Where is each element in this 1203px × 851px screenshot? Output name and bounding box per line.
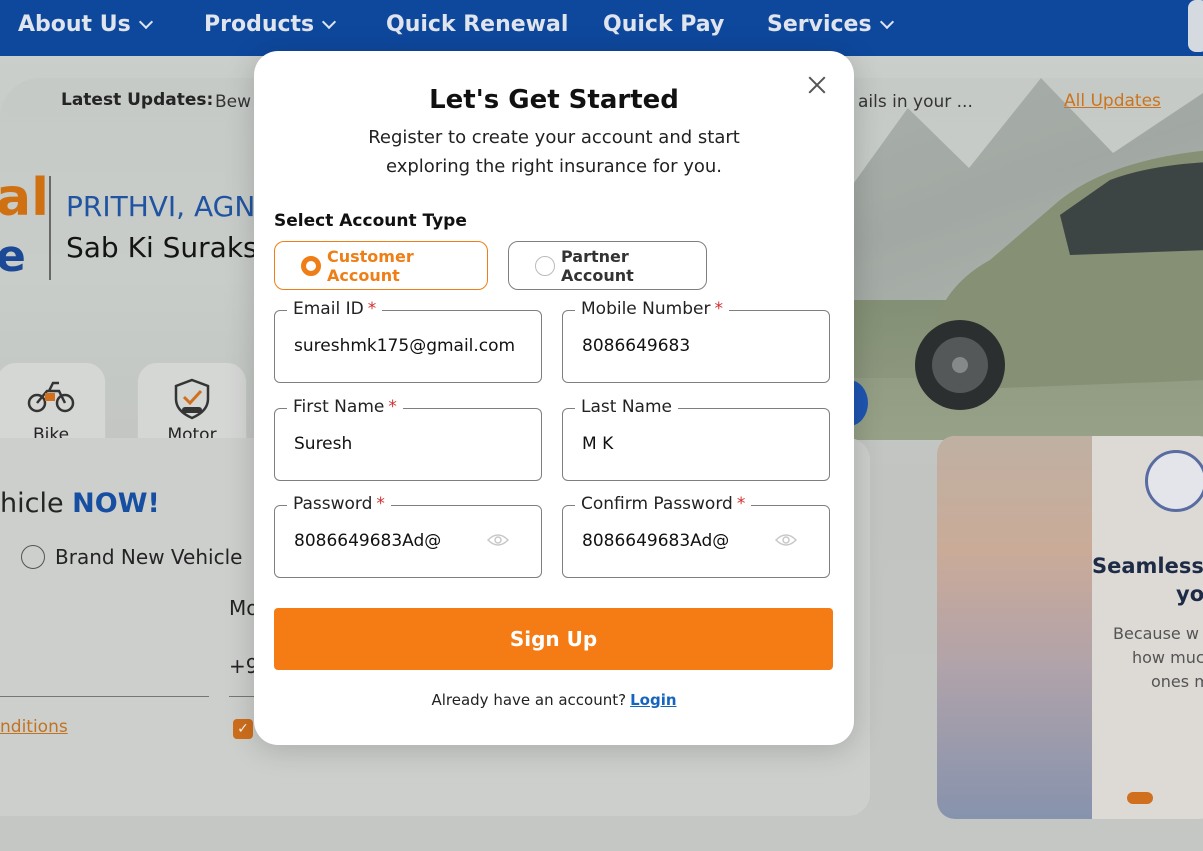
modal-subtitle: Register to create your account and star… — [368, 127, 740, 177]
required-marker: * — [736, 494, 746, 514]
last-name-label-text: Last Name — [581, 397, 672, 417]
mobile-number-field[interactable]: Mobile Number * 8086649683 — [562, 299, 830, 383]
required-marker: * — [376, 494, 385, 514]
eye-icon[interactable] — [487, 533, 509, 547]
account-type-label: Select Account Type — [274, 211, 467, 231]
login-prompt: Already have an account? Login — [254, 691, 854, 709]
required-marker: * — [388, 397, 397, 417]
password-field-label: Password * — [287, 494, 391, 514]
mobile-number-input[interactable]: 8086649683 — [582, 336, 690, 356]
partner-account-label: Partner Account — [561, 246, 634, 285]
eye-icon[interactable] — [775, 533, 797, 547]
last-name-field-label: Last Name — [575, 397, 678, 417]
last-name-input[interactable]: M K — [582, 434, 613, 454]
register-modal: Let's Get Started Register to create you… — [254, 51, 854, 745]
login-prompt-text: Already have an account? — [431, 691, 627, 709]
first-name-label-text: First Name — [293, 397, 385, 417]
password-field[interactable]: Password * 8086649683Ad@ — [274, 494, 542, 578]
confirm-password-label-text: Confirm Password — [581, 494, 733, 514]
required-marker: * — [367, 299, 377, 319]
email-field-label: Email ID * — [287, 299, 383, 319]
confirm-password-field-label: Confirm Password * — [575, 494, 752, 514]
email-field[interactable]: Email ID * sureshmk175@gmail.com — [274, 299, 542, 383]
password-input[interactable]: 8086649683Ad@ — [294, 531, 441, 551]
radio-selected-icon — [301, 255, 321, 276]
partner-account-option[interactable]: Partner Account — [508, 241, 707, 290]
password-label-text: Password — [293, 494, 373, 514]
first-name-input[interactable]: Suresh — [294, 434, 352, 454]
customer-account-label: Customer Account — [327, 246, 414, 285]
radio-unselected-icon — [535, 255, 555, 276]
mobile-label-text: Mobile Number — [581, 299, 711, 319]
email-label-text: Email ID — [293, 299, 364, 319]
customer-account-option[interactable]: Customer Account — [274, 241, 488, 290]
modal-title: Let's Get Started — [429, 85, 679, 115]
confirm-password-input[interactable]: 8086649683Ad@ — [582, 531, 729, 551]
first-name-field[interactable]: First Name * Suresh — [274, 397, 542, 481]
first-name-field-label: First Name * — [287, 397, 403, 417]
email-input[interactable]: sureshmk175@gmail.com — [294, 336, 515, 356]
confirm-password-field[interactable]: Confirm Password * 8086649683Ad@ — [562, 494, 830, 578]
sign-up-button[interactable]: Sign Up — [274, 608, 833, 670]
mobile-number-field-label: Mobile Number * — [575, 299, 729, 319]
required-marker: * — [714, 299, 723, 319]
login-link[interactable]: Login — [630, 691, 676, 709]
last-name-field[interactable]: Last Name M K — [562, 397, 830, 481]
